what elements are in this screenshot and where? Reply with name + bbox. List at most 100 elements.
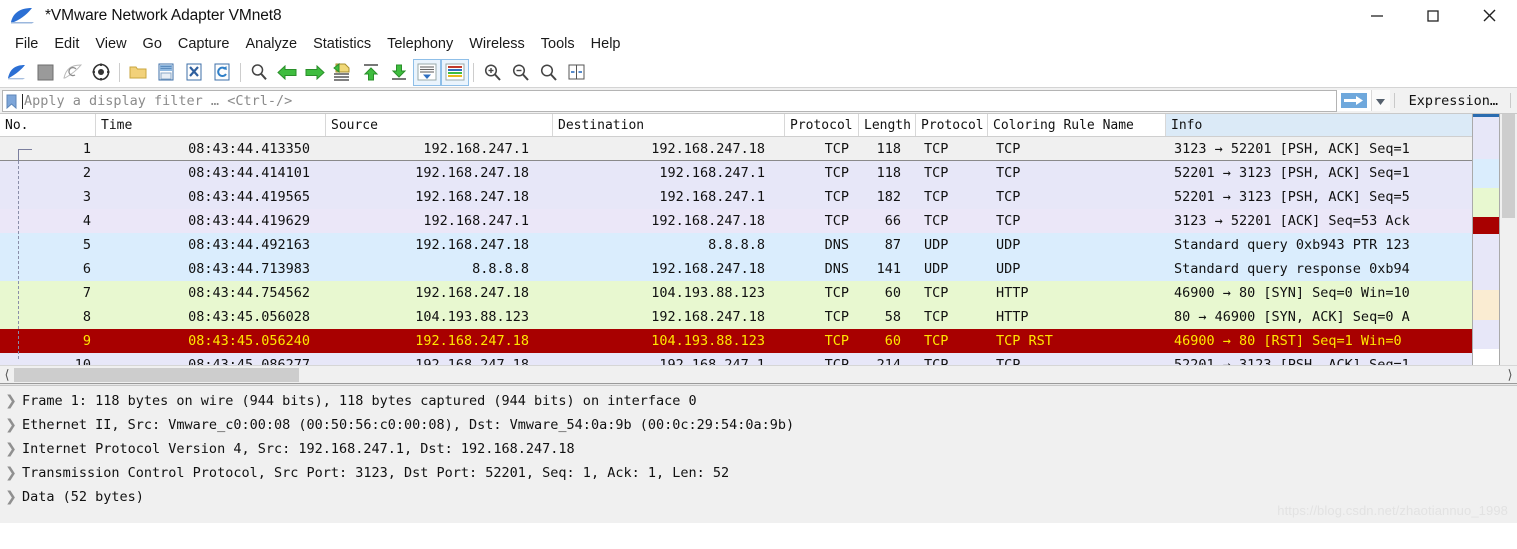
autoscroll-icon[interactable] xyxy=(414,59,440,85)
packet-cell-no: 2 xyxy=(82,165,91,181)
menu-capture[interactable]: Capture xyxy=(170,34,238,54)
arrow-right-green-icon[interactable] xyxy=(302,60,328,85)
maximize-button[interactable] xyxy=(1405,0,1461,31)
reload-arrow-icon[interactable] xyxy=(209,60,235,85)
minimap-band xyxy=(1473,117,1499,159)
close-file-x-icon[interactable] xyxy=(181,60,207,85)
packet-cell-no: 3 xyxy=(82,189,91,205)
minimap-band xyxy=(1473,188,1499,217)
menu-statistics[interactable]: Statistics xyxy=(305,34,379,54)
menu-tools[interactable]: Tools xyxy=(533,34,583,54)
column-header-destination[interactable]: Destination xyxy=(553,114,785,136)
goto-packet-icon[interactable] xyxy=(330,60,356,85)
detail-tree-row[interactable]: ❯ Internet Protocol Version 4, Src: 192.1… xyxy=(0,437,1517,461)
menu-wireless[interactable]: Wireless xyxy=(461,34,533,54)
detail-tree-row[interactable]: ❯ Frame 1: 118 bytes on wire (944 bits), … xyxy=(0,389,1517,413)
packet-row[interactable]: 9 08:43:45.056240 192.168.247.18 104.193.88… xyxy=(0,329,1472,353)
zoom-in-icon[interactable] xyxy=(479,60,505,85)
arrow-up-top-icon[interactable] xyxy=(358,60,384,85)
packet-row[interactable]: 7 08:43:44.754562 192.168.247.18 104.193.88… xyxy=(0,281,1472,305)
packet-row[interactable]: 1 08:43:44.413350 192.168.247.1 192.168.247… xyxy=(0,137,1472,161)
menu-go[interactable]: Go xyxy=(135,34,170,54)
filter-bookmark-icon[interactable] xyxy=(3,91,20,111)
menu-help[interactable]: Help xyxy=(583,34,629,54)
arrow-down-bottom-icon[interactable] xyxy=(386,60,412,85)
main-toolbar xyxy=(0,57,1517,88)
column-header-no[interactable]: No. xyxy=(0,114,96,136)
filter-history-dropdown[interactable] xyxy=(1370,90,1390,111)
arrow-left-green-icon[interactable] xyxy=(274,60,300,85)
close-button[interactable] xyxy=(1461,0,1517,31)
minimap-band xyxy=(1473,159,1499,188)
horizontal-scrollbar-track[interactable] xyxy=(14,366,1503,384)
packet-cell-proto2: TCP xyxy=(924,309,949,325)
detail-tree-row[interactable]: ❯ Transmission Control Protocol, Src Port… xyxy=(0,461,1517,485)
chevron-right-collapsed-icon[interactable]: ❯ xyxy=(0,489,22,505)
column-header-time[interactable]: Time xyxy=(96,114,326,136)
packet-list-vertical-scrollbar[interactable] xyxy=(1500,114,1517,365)
packet-cell-len: 141 xyxy=(876,261,901,277)
stop-square-icon[interactable] xyxy=(32,60,58,85)
apply-filter-button[interactable] xyxy=(1336,90,1371,111)
window-title: *VMware Network Adapter VMnet8 xyxy=(45,6,282,24)
packet-cell-info: 46900 → 80 [RST] Seq=1 Win=0 xyxy=(1174,333,1402,349)
filter-expression-button[interactable]: Expression… xyxy=(1399,90,1506,111)
column-header-protocol[interactable]: Protocol xyxy=(785,114,859,136)
chevron-right-collapsed-icon[interactable]: ❯ xyxy=(0,441,22,457)
menu-analyze[interactable]: Analyze xyxy=(237,34,305,54)
save-floppy-icon[interactable] xyxy=(153,60,179,85)
packet-row[interactable]: 10 08:43:45.086277 192.168.247.18 192.168.2… xyxy=(0,353,1472,365)
menu-edit[interactable]: Edit xyxy=(46,34,87,54)
gear-options-icon[interactable] xyxy=(88,60,114,85)
minimap-band xyxy=(1473,217,1499,234)
packet-list-table[interactable]: No. Time Source Destination Protocol Len… xyxy=(0,114,1472,365)
restart-capture-icon[interactable] xyxy=(60,60,86,85)
chevron-right-icon[interactable]: ⟩ xyxy=(1503,367,1517,383)
packet-detail-pane[interactable]: ❯ Frame 1: 118 bytes on wire (944 bits), … xyxy=(0,386,1517,523)
display-filter-input[interactable]: Apply a display filter … <Ctrl-/> xyxy=(2,90,1337,112)
chevron-right-collapsed-icon[interactable]: ❯ xyxy=(0,393,22,409)
chevron-right-collapsed-icon[interactable]: ❯ xyxy=(0,417,22,433)
resize-columns-icon[interactable] xyxy=(563,60,589,85)
colorize-packets-icon[interactable] xyxy=(442,59,468,85)
packet-cell-dst: 192.168.247.18 xyxy=(651,140,765,157)
shark-fin-start-icon[interactable] xyxy=(4,60,30,85)
packet-cell-dst: 192.168.247.18 xyxy=(651,213,765,229)
packet-cell-len: 214 xyxy=(876,357,901,365)
packet-row[interactable]: 3 08:43:44.419565 192.168.247.18 192.168.24… xyxy=(0,185,1472,209)
packet-cell-len: 58 xyxy=(884,309,901,325)
detail-tree-row[interactable]: ❯ Ethernet II, Src: Vmware_c0:00:08 (00:5… xyxy=(0,413,1517,437)
packet-list-horizontal-scrollbar[interactable]: ⟨ ⟩ xyxy=(0,365,1517,383)
packet-minimap[interactable] xyxy=(1472,114,1500,365)
detail-tree-label: Ethernet II, Src: Vmware_c0:00:08 (00:50… xyxy=(22,417,795,433)
magnifier-icon[interactable] xyxy=(246,60,272,85)
menu-view[interactable]: View xyxy=(87,34,134,54)
column-header-protocol-2[interactable]: Protocol xyxy=(916,114,988,136)
zoom-normal-icon[interactable] xyxy=(535,60,561,85)
minimap-band xyxy=(1473,290,1499,320)
packet-row[interactable]: 4 08:43:44.419629 192.168.247.1 192.168.247… xyxy=(0,209,1472,233)
minimize-button[interactable] xyxy=(1349,0,1405,31)
packet-cell-proto: DNS xyxy=(824,261,849,277)
menu-file[interactable]: File xyxy=(7,34,46,54)
column-header-length[interactable]: Length xyxy=(859,114,916,136)
packet-row[interactable]: 8 08:43:45.056028 104.193.88.123 192.168.24… xyxy=(0,305,1472,329)
chevron-right-collapsed-icon[interactable]: ❯ xyxy=(0,465,22,481)
packet-cell-time: 08:43:44.414101 xyxy=(188,165,310,181)
packet-cell-dst: 192.168.247.18 xyxy=(651,261,765,277)
horizontal-scrollbar-thumb[interactable] xyxy=(14,367,299,382)
packet-row[interactable]: 6 08:43:44.713983 8.8.8.8 192.168.247.18 DNS… xyxy=(0,257,1472,281)
folder-open-icon[interactable] xyxy=(125,60,151,85)
packet-cell-len: 118 xyxy=(876,140,901,157)
column-header-source[interactable]: Source xyxy=(326,114,553,136)
packet-row[interactable]: 5 08:43:44.492163 192.168.247.18 8.8.8.8 DNS… xyxy=(0,233,1472,257)
packet-row[interactable]: 2 08:43:44.414101 192.168.247.18 192.168.24… xyxy=(0,161,1472,185)
packet-cell-dst: 104.193.88.123 xyxy=(651,285,765,301)
chevron-left-icon[interactable]: ⟨ xyxy=(0,367,14,383)
zoom-out-icon[interactable] xyxy=(507,60,533,85)
vertical-scrollbar-thumb[interactable] xyxy=(1502,114,1515,218)
column-header-info[interactable]: Info xyxy=(1166,114,1472,136)
menu-telephony[interactable]: Telephony xyxy=(379,34,461,54)
packet-cell-src: 8.8.8.8 xyxy=(472,261,529,277)
column-header-coloring-rule[interactable]: Coloring Rule Name xyxy=(988,114,1166,136)
